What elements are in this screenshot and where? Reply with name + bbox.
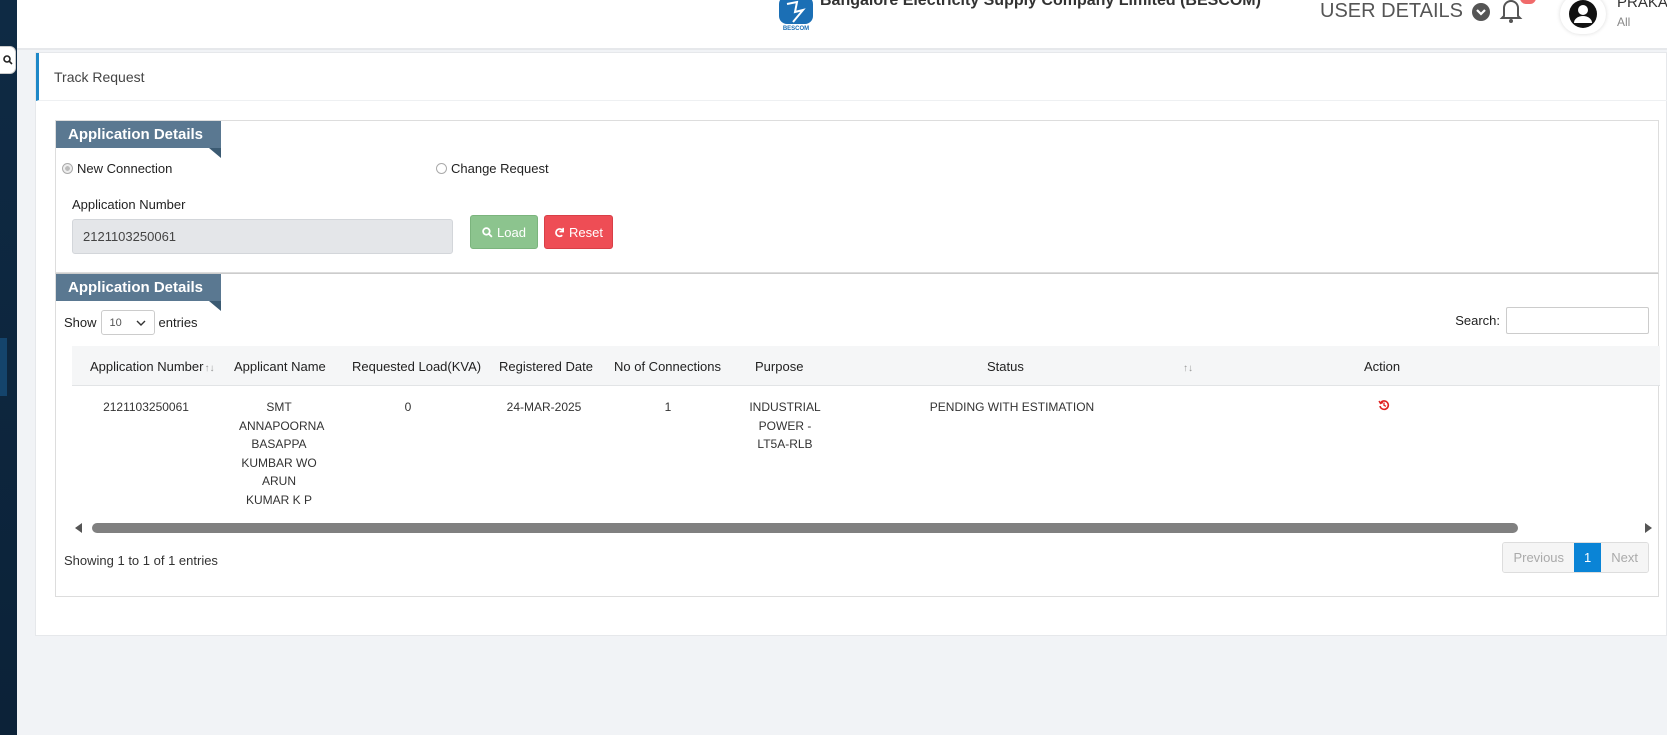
pagination-next[interactable]: Next: [1601, 543, 1648, 572]
search-icon: [482, 226, 493, 238]
table-info-text: Showing 1 to 1 of 1 entries: [64, 553, 218, 568]
col-header-applicant-name[interactable]: Applicant Name: [234, 359, 326, 374]
col-header-application-number[interactable]: Application Number↑↓: [90, 359, 214, 374]
application-results-panel: Application Details Show 10 entries Sear…: [55, 273, 1660, 597]
table-horizontal-scrollbar[interactable]: [72, 519, 1660, 537]
load-button[interactable]: Load: [470, 215, 538, 249]
scrollbar-thumb[interactable]: [92, 523, 1518, 533]
chevron-down-icon: [136, 320, 146, 326]
application-search-panel: Application Details New Connection Chang…: [55, 120, 1659, 273]
radio-button-checked[interactable]: [62, 163, 73, 174]
col-header-action: Action: [1364, 359, 1401, 374]
user-role: All: [1617, 15, 1631, 29]
user-details-label: USER DETAILS: [1320, 0, 1463, 22]
table-search: Search:: [1455, 307, 1649, 334]
results-table: Application Number↑↓ Applicant Name Requ…: [72, 346, 1660, 520]
radio-button-unchecked[interactable]: [436, 163, 447, 174]
application-details-results-tab: Application Details: [56, 274, 222, 311]
cell-applicant-name: SMT ANNAPOORNA BASAPPA KUMBAR WO ARUN KU…: [239, 400, 325, 507]
load-button-label: Load: [497, 224, 526, 240]
history-icon[interactable]: [1378, 399, 1390, 411]
cell-no-of-connections: 1: [664, 400, 672, 414]
col-header-registered-date[interactable]: Registered Date: [499, 359, 593, 374]
page-length-select[interactable]: 10: [100, 310, 155, 335]
bescom-logo: BESCOM: [779, 0, 813, 32]
page-title-bar: Track Request: [36, 53, 1667, 101]
radio-new-connection-label: New Connection: [77, 161, 173, 176]
pagination-page-1[interactable]: 1: [1574, 543, 1602, 572]
cell-registered-date: 24-MAR-2025: [506, 400, 582, 414]
main-content-card: Track Request Application Details New Co…: [35, 52, 1667, 636]
reset-button[interactable]: Reset: [544, 215, 613, 249]
table-search-input[interactable]: [1506, 307, 1649, 334]
sidebar-active-indicator: [0, 338, 7, 396]
sidebar: [0, 0, 17, 735]
application-details-tab: Application Details: [56, 121, 222, 158]
refresh-icon: [555, 227, 565, 237]
table-header-row: Application Number↑↓ Applicant Name Requ…: [72, 346, 1660, 386]
user-avatar-button[interactable]: [1560, 0, 1606, 34]
col-header-purpose[interactable]: Purpose: [755, 359, 803, 374]
page-title: Track Request: [54, 69, 145, 85]
company-name: Bangalore Electricity Supply Company Lim…: [820, 0, 1261, 9]
cell-requested-load: 0: [404, 400, 412, 414]
sort-icon: ↑↓: [204, 363, 215, 374]
cell-application-number: 2121103250061: [103, 400, 189, 414]
col-header-requested-load[interactable]: Requested Load(KVA): [352, 359, 481, 374]
svg-text:BESCOM: BESCOM: [783, 26, 809, 32]
notification-badge: [1520, 0, 1536, 4]
application-number-label: Application Number: [72, 197, 186, 212]
entries-label: entries: [158, 315, 198, 330]
user-name: PRAKASH: [1617, 0, 1667, 11]
page-length-value: 10: [109, 316, 122, 329]
radio-new-connection[interactable]: New Connection: [62, 161, 172, 176]
status-sort-icon[interactable]: ↑↓: [1182, 359, 1193, 374]
pagination-previous[interactable]: Previous: [1503, 543, 1575, 572]
top-header: BESCOM Bangalore Electricity Supply Comp…: [17, 0, 1667, 50]
col-header-application-number-label: Application Number: [90, 359, 204, 374]
col-header-status[interactable]: Status: [987, 359, 1024, 374]
user-avatar-icon: [1569, 0, 1597, 28]
scroll-left-arrow-icon[interactable]: [75, 523, 82, 533]
search-label: Search:: [1455, 313, 1500, 328]
search-icon: [2, 55, 13, 65]
cell-action: [1377, 398, 1391, 417]
pagination: Previous 1 Next: [1502, 542, 1649, 573]
radio-change-request-label: Change Request: [451, 161, 549, 176]
user-details-dropdown[interactable]: USER DETAILS: [1320, 0, 1491, 23]
notification-bell-icon[interactable]: [1497, 0, 1525, 26]
chevron-down-circle-icon: [1472, 2, 1490, 21]
show-label: Show: [64, 315, 97, 330]
page-length-control: Show 10 entries: [64, 310, 198, 335]
application-number-input[interactable]: 2121103250061: [72, 219, 453, 254]
cell-status: PENDING WITH ESTIMATION: [929, 400, 1095, 414]
cell-purpose: INDUSTRIAL POWER - LT5A-RLB: [749, 400, 821, 451]
reset-button-label: Reset: [569, 224, 603, 240]
radio-change-request[interactable]: Change Request: [436, 161, 549, 176]
sidebar-search-button[interactable]: [0, 46, 16, 74]
scroll-right-arrow-icon[interactable]: [1645, 523, 1652, 533]
col-header-no-of-connections[interactable]: No of Connections: [614, 359, 721, 374]
